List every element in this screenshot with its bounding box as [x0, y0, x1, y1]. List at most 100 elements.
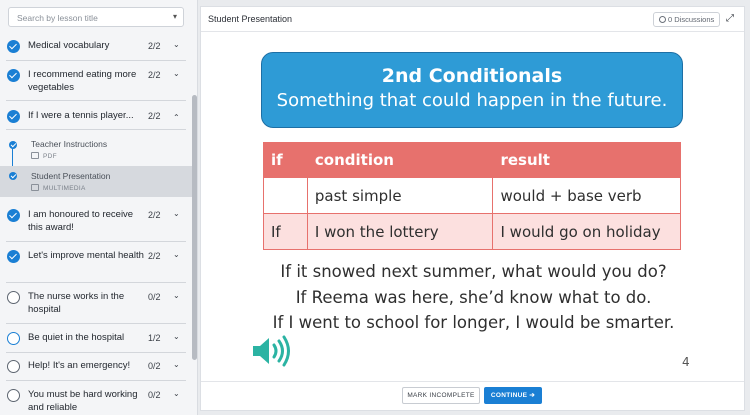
table-cell: past simple	[306, 177, 494, 214]
lesson-title: Let's improve mental health	[28, 250, 144, 261]
slide-banner: 2nd Conditionals Something that could ha…	[261, 52, 683, 128]
subitem-title: Student Presentation	[31, 171, 111, 181]
speaker-icon[interactable]	[251, 334, 293, 368]
check-icon	[7, 69, 20, 82]
table-row: If I won the lottery I would go on holid…	[263, 213, 681, 250]
lesson-item-medical-vocabulary[interactable]: Medical vocabulary 2/2 ⌄	[0, 38, 192, 54]
lesson-item-nurse-hospital[interactable]: The nurse works in the hospital 0/2 ⌄	[0, 291, 192, 317]
lesson-title: Be quiet in the hospital	[28, 332, 125, 343]
table-header: if	[263, 142, 308, 178]
divider	[6, 352, 186, 353]
divider	[6, 282, 186, 283]
lesson-count: 2/2	[148, 210, 161, 220]
expand-icon[interactable]: ⤢	[726, 13, 734, 24]
document-icon	[31, 152, 39, 159]
slide-heading: 2nd Conditionals	[381, 65, 563, 87]
lesson-title: Help! It's an emergency!	[28, 360, 131, 371]
page-title: Student Presentation	[208, 14, 293, 24]
lesson-count: 0/2	[148, 292, 161, 302]
grammar-table: if condition result past simple would + …	[263, 142, 681, 250]
divider	[6, 129, 186, 130]
subitem-type: PDF	[31, 152, 57, 160]
caret-down-icon[interactable]: ▾	[173, 12, 177, 21]
lesson-title: If I were a tennis player...	[28, 110, 134, 121]
table-cell: If	[263, 213, 308, 250]
table-row: past simple would + base verb	[263, 177, 681, 214]
lesson-count: 0/2	[148, 361, 161, 371]
lesson-count: 2/2	[148, 70, 161, 80]
circle-icon	[7, 291, 20, 304]
lesson-item-be-quiet[interactable]: Be quiet in the hospital 1/2 ⌄	[0, 332, 192, 348]
lesson-title: I am honoured to receive this award!	[28, 209, 134, 233]
lesson-title: The nurse works in the hospital	[28, 291, 125, 315]
lesson-title: You must be hard working and reliable	[28, 389, 138, 413]
content-panel: Student Presentation 0 Discussions ⤢ 2nd…	[200, 6, 745, 411]
chevron-down-icon[interactable]: ⌄	[173, 40, 180, 49]
lesson-count: 2/2	[148, 111, 161, 121]
circle-icon	[7, 389, 20, 402]
lesson-count: 0/2	[148, 390, 161, 400]
lesson-count: 1/2	[148, 333, 161, 343]
check-icon	[9, 141, 17, 149]
lesson-sidebar: Search by lesson title ▾ Medical vocabul…	[0, 0, 198, 415]
mark-incomplete-button[interactable]: MARK INCOMPLETE	[402, 387, 480, 404]
chevron-down-icon[interactable]: ⌄	[173, 360, 180, 369]
presentation-slide: 2nd Conditionals Something that could ha…	[241, 32, 706, 382]
example-sentence: If Reema was here, she’d know what to do…	[295, 287, 652, 307]
divider	[6, 380, 186, 381]
table-header: condition	[306, 142, 494, 178]
divider	[6, 100, 186, 101]
discussion-icon	[659, 16, 666, 23]
table-cell: I won the lottery	[306, 213, 494, 250]
subitem-teacher-instructions[interactable]: Teacher Instructions PDF	[0, 134, 192, 164]
check-icon	[7, 110, 20, 123]
table-cell: I would go on holiday	[492, 213, 681, 250]
sidebar-scrollbar[interactable]	[192, 95, 197, 360]
example-sentence: If I went to school for longer, I would …	[272, 313, 675, 332]
check-icon	[7, 250, 20, 263]
chevron-down-icon[interactable]: ⌄	[173, 389, 180, 398]
search-input[interactable]: Search by lesson title ▾	[8, 7, 184, 27]
chevron-down-icon[interactable]: ⌄	[173, 209, 180, 218]
discussions-button[interactable]: 0 Discussions	[653, 12, 721, 27]
lesson-item-emergency[interactable]: Help! It's an emergency! 0/2 ⌄	[0, 360, 192, 376]
lesson-count: 2/2	[148, 251, 161, 261]
slide-page-number: 4	[682, 355, 690, 369]
table-header: result	[492, 142, 681, 178]
slide-subheading: Something that could happen in the futur…	[276, 90, 668, 111]
lesson-item-recommend-vegetables[interactable]: I recommend eating more vegetables 2/2 ⌄	[0, 67, 192, 93]
example-sentence: If it snowed next summer, what would you…	[280, 262, 667, 281]
multimedia-icon	[31, 184, 39, 191]
divider	[6, 241, 186, 242]
subitem-title: Teacher Instructions	[31, 139, 108, 149]
chevron-down-icon[interactable]: ⌄	[173, 332, 180, 341]
example-sentences: If it snowed next summer, what would you…	[241, 259, 706, 336]
chevron-down-icon[interactable]: ⌄	[173, 250, 180, 259]
continue-button[interactable]: CONTINUE ➔	[484, 387, 542, 404]
chevron-down-icon[interactable]: ⌄	[173, 291, 180, 300]
lesson-item-tennis-player[interactable]: If I were a tennis player... 2/2 ⌃	[0, 108, 192, 124]
subitem-student-presentation[interactable]: Student Presentation MULTIMEDIA	[0, 166, 192, 197]
check-icon	[7, 40, 20, 53]
search-placeholder: Search by lesson title	[17, 13, 98, 23]
chevron-up-icon[interactable]: ⌃	[173, 113, 180, 122]
divider	[6, 60, 186, 61]
content-header: Student Presentation 0 Discussions ⤢	[201, 7, 744, 32]
lesson-item-mental-health[interactable]: Let's improve mental health 2/2 ⌄	[0, 250, 192, 276]
table-cell	[263, 177, 308, 214]
check-icon	[7, 209, 20, 222]
lesson-item-honoured-award[interactable]: I am honoured to receive this award! 2/2…	[0, 209, 192, 235]
table-header-row: if condition result	[263, 142, 681, 178]
lesson-title: I recommend eating more vegetables	[28, 69, 137, 93]
circle-icon	[7, 360, 20, 373]
subitem-type-label: PDF	[43, 153, 57, 160]
subitem-type-label: MULTIMEDIA	[43, 185, 86, 192]
lesson-count: 2/2	[148, 41, 161, 51]
check-icon	[9, 172, 17, 180]
circle-icon	[7, 332, 20, 345]
lesson-title: Medical vocabulary	[28, 40, 110, 51]
discussions-label: 0 Discussions	[668, 15, 715, 24]
lesson-item-hard-working[interactable]: You must be hard working and reliable 0/…	[0, 389, 192, 415]
chevron-down-icon[interactable]: ⌄	[173, 69, 180, 78]
divider	[6, 323, 186, 324]
